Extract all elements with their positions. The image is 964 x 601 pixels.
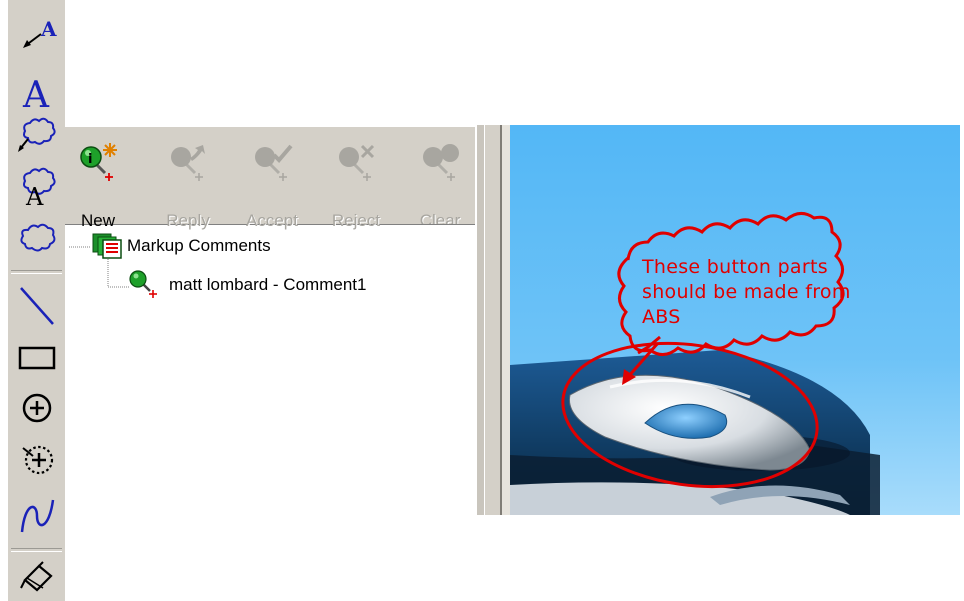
comment-tree: Markup Comments matt lombard - Comment1 bbox=[65, 225, 475, 515]
spline-icon[interactable] bbox=[8, 490, 65, 538]
text-note-icon[interactable]: A bbox=[8, 68, 65, 114]
svg-text:A: A bbox=[40, 17, 57, 41]
clear-button-label: Clear bbox=[419, 211, 461, 224]
reply-icon bbox=[171, 145, 205, 181]
leader-note-icon[interactable]: A bbox=[8, 12, 65, 54]
reject-icon bbox=[339, 144, 375, 181]
tree-root-label[interactable]: Markup Comments bbox=[127, 236, 271, 256]
reply-button[interactable]: Reply bbox=[147, 139, 229, 230]
markup-toolbar: A A A bbox=[8, 0, 65, 601]
circle-icon[interactable] bbox=[8, 386, 65, 430]
markup-panel: i New Reply Accept Reject Clear Markup C… bbox=[65, 125, 477, 515]
accept-button[interactable]: Accept bbox=[231, 139, 313, 230]
erase-icon[interactable] bbox=[8, 556, 65, 600]
svg-text:i: i bbox=[88, 152, 92, 167]
markup-folder-icon bbox=[91, 232, 125, 265]
clear-button[interactable]: Clear bbox=[399, 139, 475, 224]
splitter-edge bbox=[500, 125, 510, 515]
splitter-bar[interactable] bbox=[484, 125, 500, 515]
new-comment-button[interactable]: i New bbox=[57, 139, 139, 230]
callout-line-1: These button parts bbox=[642, 256, 828, 278]
callout-line-2: should be made from bbox=[642, 281, 851, 303]
rectangle-icon[interactable] bbox=[8, 338, 65, 378]
tree-comment-item[interactable]: matt lombard - Comment1 bbox=[169, 275, 366, 295]
callout-text[interactable]: These button parts should be made from A… bbox=[642, 255, 942, 330]
comment-icon bbox=[128, 269, 162, 304]
clear-icon bbox=[423, 144, 459, 181]
line-icon[interactable] bbox=[8, 282, 65, 330]
splitter[interactable] bbox=[477, 125, 484, 515]
graphics-viewport[interactable]: These button parts should be made from A… bbox=[510, 125, 960, 515]
svg-text:A: A bbox=[22, 75, 50, 113]
reject-button[interactable]: Reject bbox=[315, 139, 397, 230]
svg-text:A: A bbox=[25, 183, 44, 209]
markup-panel-toolbar: i New Reply Accept Reject Clear bbox=[65, 125, 475, 230]
accept-icon bbox=[255, 144, 293, 181]
circle-dotted-icon[interactable] bbox=[8, 438, 65, 482]
new-comment-icon: i bbox=[80, 143, 117, 181]
callout-line-3: ABS bbox=[642, 306, 681, 328]
